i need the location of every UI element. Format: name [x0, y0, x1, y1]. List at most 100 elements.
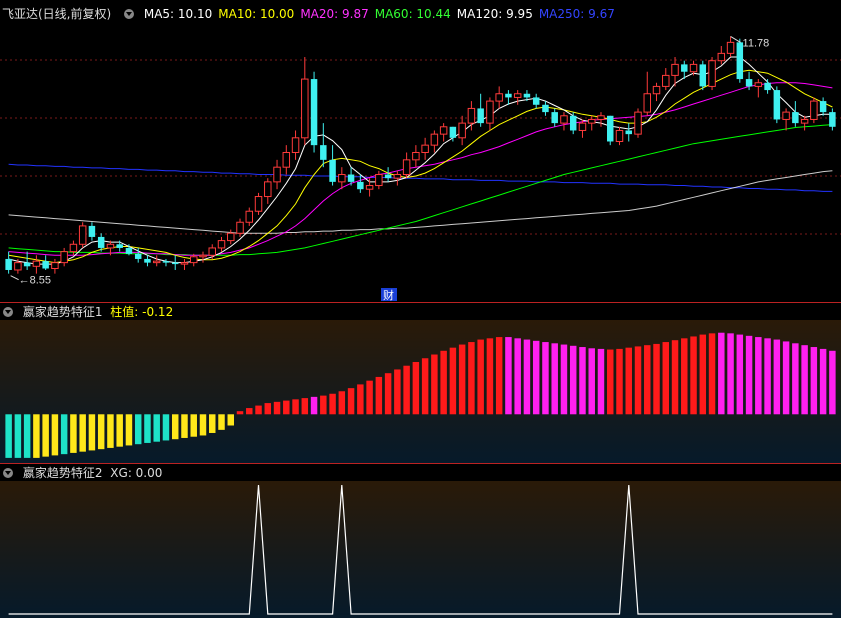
candle-body: [412, 151, 420, 161]
ma120-line: [8, 170, 833, 234]
histogram-bar: [801, 345, 808, 415]
histogram-bar: [542, 342, 549, 415]
candle-body: [134, 253, 142, 259]
candle-body: [14, 262, 22, 271]
panel2-value: XG: 0.00: [110, 466, 163, 480]
candlestick-chart[interactable]: 11.78 ←8.55 财: [0, 0, 841, 302]
candle-body: [236, 221, 244, 234]
ma5-line: [8, 56, 833, 265]
histogram-bar: [486, 338, 494, 415]
candle-body: [393, 174, 402, 179]
histogram-bar: [310, 396, 318, 415]
histogram-bar: [171, 414, 179, 440]
histogram-bar: [79, 414, 86, 452]
histogram-bar: [727, 333, 734, 415]
candle-body: [606, 115, 614, 142]
candle-body: [560, 115, 568, 124]
histogram-bar: [773, 339, 781, 415]
histogram-bar: [181, 414, 188, 438]
candle-body: [23, 262, 31, 267]
candle-body: [338, 174, 346, 183]
candle-body: [782, 111, 790, 120]
histogram-bar: [819, 348, 827, 415]
histogram-bar: [625, 347, 632, 415]
histogram-bar: [551, 343, 558, 415]
candle-body: [301, 78, 309, 139]
histogram-bar: [338, 391, 346, 415]
candle-body: [189, 256, 198, 264]
candle-body: [569, 115, 577, 131]
candle-body: [208, 247, 216, 256]
histogram-bar: [412, 361, 420, 415]
histogram-bar: [162, 414, 170, 441]
panel-divider: [0, 302, 841, 303]
candle-body: [264, 181, 272, 198]
dropdown-icon[interactable]: [3, 468, 13, 478]
candle-body: [421, 144, 429, 153]
candle-body: [449, 126, 457, 138]
trend-feature1-chart[interactable]: [0, 320, 841, 463]
candle-body: [532, 97, 540, 105]
panel1-title[interactable]: 嬴家趋势特征1: [23, 305, 103, 319]
histogram-bar: [829, 350, 836, 415]
panel2-title[interactable]: 嬴家趋势特征2: [23, 466, 103, 480]
panel1-value: 柱值: -0.12: [110, 305, 174, 319]
histogram-bar: [653, 343, 660, 415]
histogram-bar: [357, 384, 364, 415]
candle-body: [88, 225, 96, 237]
histogram-bar: [209, 414, 216, 433]
histogram-bar: [153, 414, 160, 442]
histogram-bar: [569, 345, 577, 415]
candle-body: [245, 210, 254, 223]
candle-body: [495, 93, 503, 102]
panel2-legend: 嬴家趋势特征2 XG: 0.00: [0, 465, 168, 481]
candle-body: [467, 107, 476, 124]
histogram-bar: [264, 403, 272, 415]
histogram-bar: [375, 376, 383, 415]
candle-body: [402, 159, 411, 176]
candle-body: [587, 118, 596, 124]
histogram-bar: [273, 401, 281, 415]
candle-body: [523, 93, 531, 98]
histogram-bar: [88, 414, 96, 451]
histogram-bar: [634, 346, 642, 415]
histogram-bar: [144, 414, 151, 443]
histogram-bar: [255, 405, 262, 415]
candle-body: [97, 236, 105, 248]
histogram-bar: [690, 336, 697, 415]
histogram-bar: [384, 373, 392, 415]
candle-body: [78, 225, 87, 245]
histogram-bar: [70, 414, 77, 453]
panel2-background: [0, 481, 841, 618]
candle-body: [254, 196, 263, 212]
trend-feature2-chart[interactable]: [0, 481, 841, 618]
histogram-bar: [708, 333, 716, 415]
histogram-bar: [320, 395, 327, 415]
candle-body: [273, 166, 281, 183]
candle-body: [430, 133, 439, 146]
histogram-bar: [616, 348, 623, 415]
candle-body: [32, 260, 41, 267]
histogram-bar: [597, 348, 605, 415]
histogram-bar: [745, 335, 753, 415]
candle-body: [800, 118, 809, 124]
histogram-bar: [579, 347, 586, 415]
candle-body: [773, 90, 781, 120]
candle-body: [662, 74, 670, 87]
candle-body: [819, 101, 827, 113]
candle-body: [542, 104, 549, 113]
candle-body: [5, 258, 12, 270]
histogram-bar: [42, 414, 49, 457]
candle-body: [708, 60, 716, 87]
histogram-bar: [283, 400, 290, 415]
candle-body: [513, 93, 522, 98]
candle-body: [810, 100, 818, 120]
ma250-line: [8, 163, 833, 192]
candle-body: [792, 112, 799, 124]
candle-body: [745, 79, 753, 87]
dropdown-icon[interactable]: [3, 307, 13, 317]
candle-body: [681, 64, 688, 72]
histogram-bar: [218, 414, 225, 430]
histogram-bar: [523, 339, 531, 415]
candle-body: [652, 85, 661, 95]
